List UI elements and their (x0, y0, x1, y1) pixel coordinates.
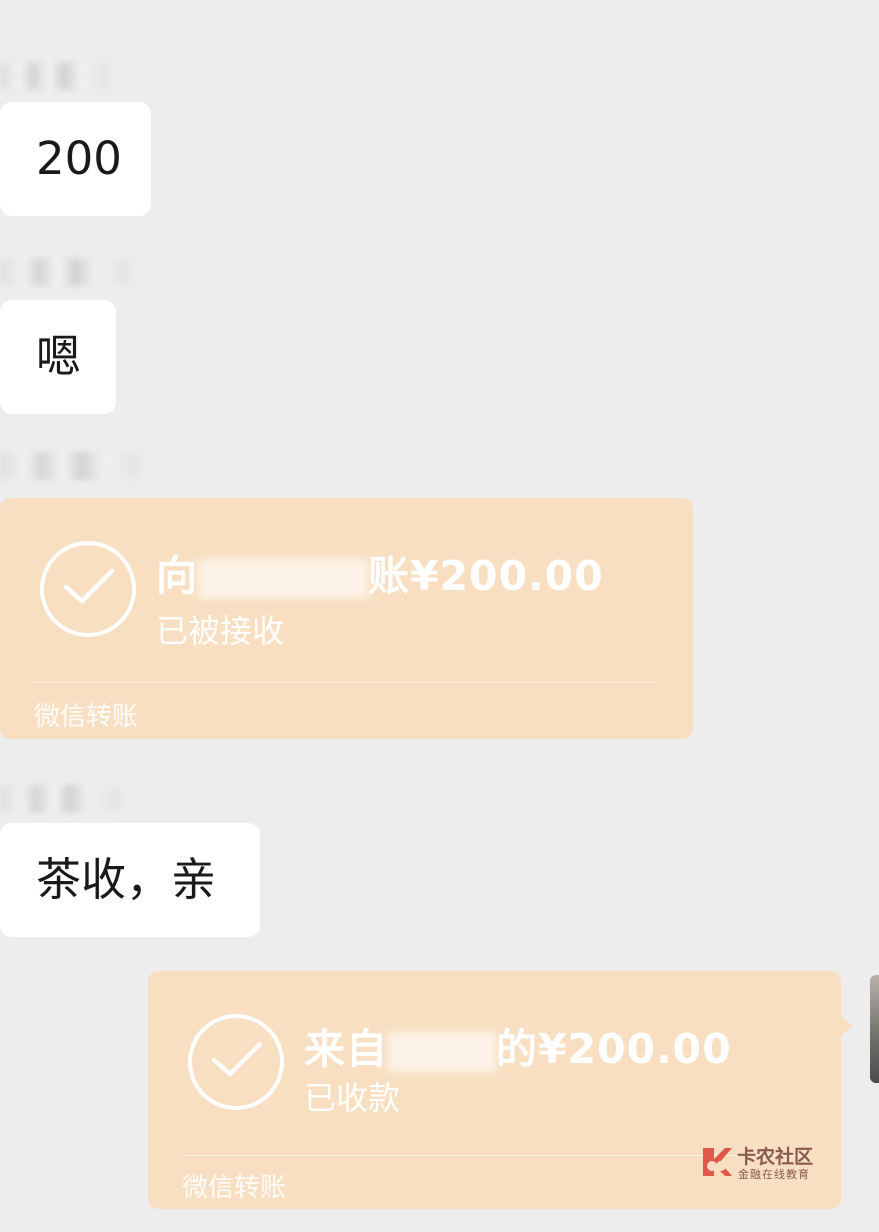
transfer-title-prefix: 来自 (304, 1025, 388, 1073)
transfer-title: 来自 的¥200.00 (304, 1015, 732, 1075)
avatar[interactable] (870, 975, 879, 1083)
transfer-title-suffix: 账¥200.00 (368, 552, 604, 600)
transfer-status: 已被接收 (156, 612, 285, 650)
message-bubble[interactable]: 嗯 (0, 300, 116, 414)
transfer-footer: 微信转账 (182, 1173, 287, 1203)
sender-name-blurred (0, 62, 110, 90)
transfer-card-accepted[interactable]: 向 账¥200.00 已被接收 微信转账 (0, 498, 693, 739)
sender-name-blurred (0, 452, 140, 480)
message-text: 嗯 (36, 330, 82, 383)
transfer-title-suffix: 的¥200.00 (496, 1025, 732, 1073)
message-text: 茶收，亲 (36, 853, 217, 906)
message-bubble[interactable]: 茶收，亲 (0, 823, 260, 937)
watermark-title: 卡农社区 (737, 1146, 814, 1168)
bubble-tail (841, 1016, 853, 1036)
message-text: 200 (36, 132, 122, 185)
sender-name-blurred (0, 785, 120, 813)
redacted-name (388, 1032, 496, 1072)
check-circle-icon (40, 541, 136, 637)
transfer-status: 已收款 (304, 1079, 401, 1117)
watermark-subtitle: 金融在线教育 (738, 1168, 810, 1181)
check-circle-icon (188, 1014, 284, 1110)
watermark: 卡农社区 金融在线教育 (700, 1142, 824, 1184)
transfer-title: 向 账¥200.00 (156, 542, 604, 602)
message-bubble[interactable]: 200 (0, 102, 151, 216)
redacted-name (198, 559, 368, 599)
watermark-logo-icon (703, 1148, 732, 1176)
transfer-footer: 微信转账 (34, 702, 139, 732)
divider (34, 682, 656, 683)
sender-name-blurred (0, 258, 130, 286)
transfer-title-prefix: 向 (156, 552, 198, 600)
